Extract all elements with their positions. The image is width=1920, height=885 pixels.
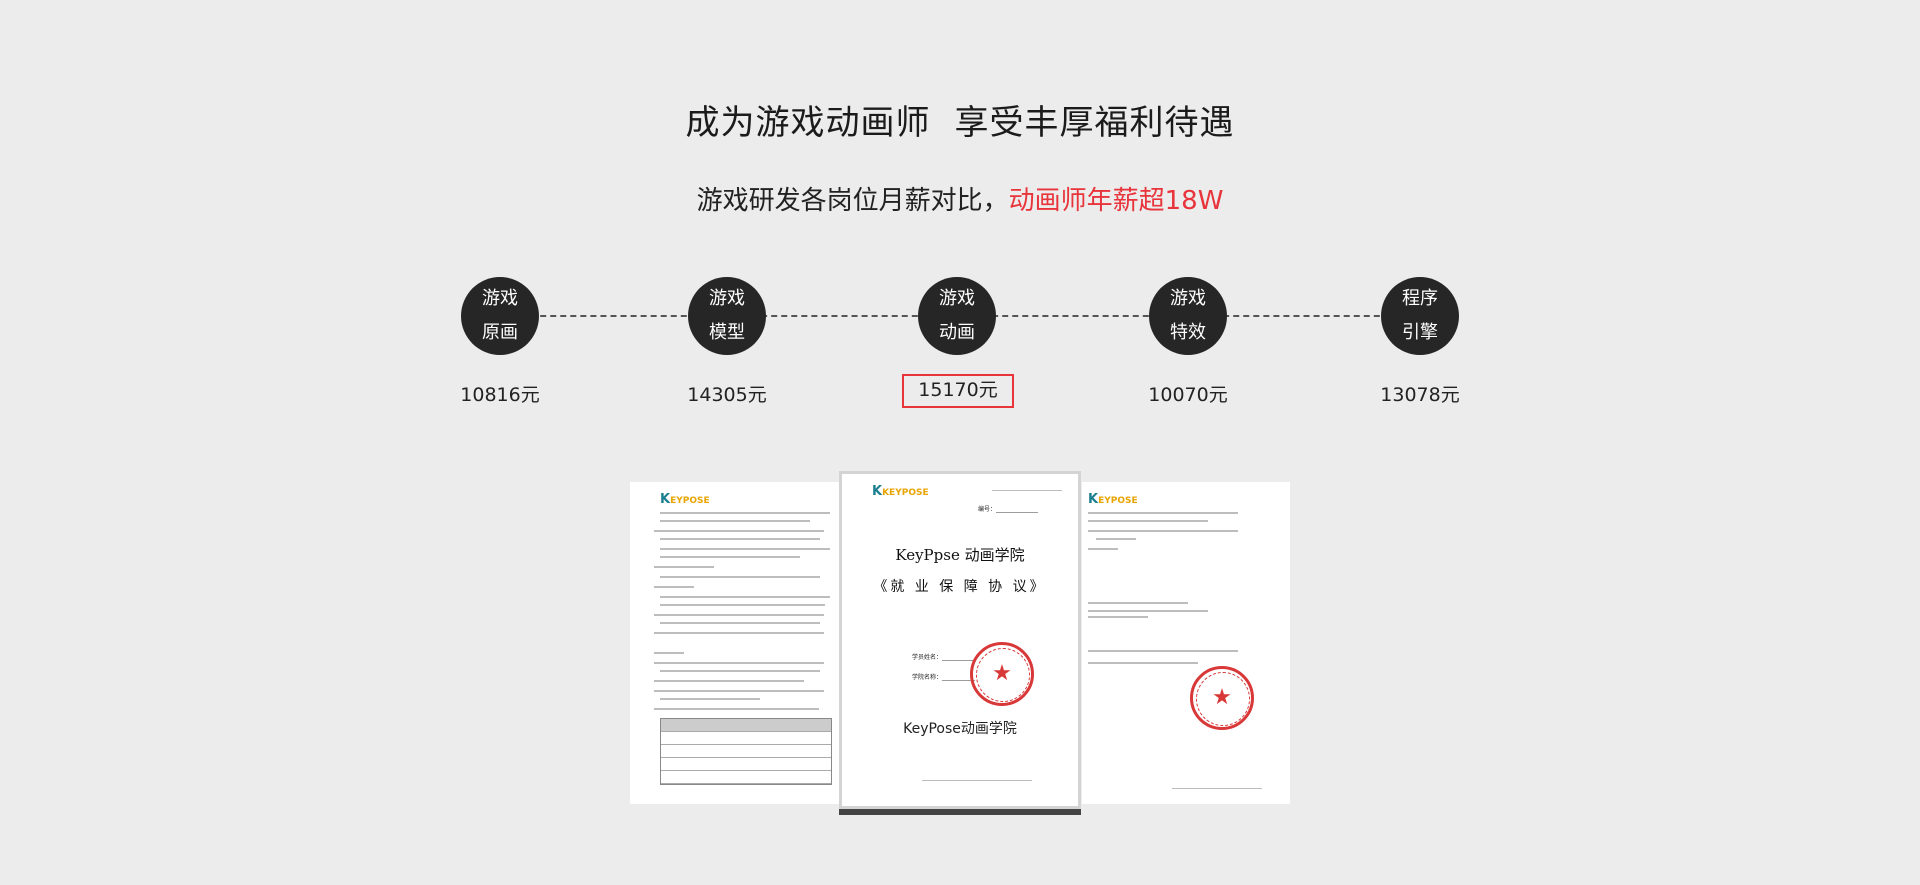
school-name-field: 学院名称：___________ — [912, 674, 976, 681]
salary-animation-highlighted: 15170元 — [902, 374, 1014, 408]
salary-engine: 13078元 — [1380, 384, 1460, 406]
role-node-effects: 游戏 特效 — [1149, 277, 1227, 355]
role-line2: 引擎 — [1402, 322, 1438, 343]
red-seal-stamp — [970, 642, 1034, 706]
salary-table — [660, 718, 832, 785]
role-line1: 游戏 — [709, 288, 745, 309]
title-part1: 成为游戏动画师 — [685, 103, 931, 143]
contract-documents: KEYPOSE KKEYPOSE 编号：______________ KeyPp… — [630, 474, 1290, 810]
role-node-engine: 程序 引擎 — [1381, 277, 1459, 355]
role-node-concept-art: 游戏 原画 — [461, 277, 539, 355]
keypose-logo: KKEYPOSE — [872, 484, 929, 499]
role-node-animation: 游戏 动画 — [918, 277, 996, 355]
subtitle-highlight: 动画师年薪超18W — [1008, 186, 1224, 216]
contract-page-left: KEYPOSE — [630, 482, 840, 804]
keypose-logo: KEYPOSE — [660, 492, 710, 507]
document-subtitle: 《就 业 保 障 协 议》 — [873, 579, 1047, 595]
salary-concept-art: 10816元 — [460, 384, 540, 406]
role-line1: 游戏 — [482, 288, 518, 309]
role-node-model: 游戏 模型 — [688, 277, 766, 355]
role-line1: 游戏 — [939, 288, 975, 309]
subtitle: 游戏研发各岗位月薪对比，动画师年薪超18W — [0, 180, 1920, 217]
keypose-logo: KEYPOSE — [1088, 492, 1138, 507]
document-footer-school: KeyPose动画学院 — [903, 721, 1017, 737]
contract-page-signature: KEYPOSE — [1082, 482, 1290, 804]
salary-effects: 10070元 — [1148, 384, 1228, 406]
title-part2: 享受丰厚福利待遇 — [954, 103, 1235, 143]
contract-page-cover: KKEYPOSE 编号：______________ KeyPpse 动画学院 … — [842, 474, 1078, 806]
role-line1: 游戏 — [1170, 288, 1206, 309]
document-title: KeyPpse 动画学院 — [895, 546, 1025, 564]
student-name-field: 学员姓名：___________ — [912, 654, 976, 661]
role-line1: 程序 — [1402, 288, 1438, 309]
role-line2: 特效 — [1170, 322, 1206, 343]
contract-number-label: 编号：______________ — [977, 506, 1038, 513]
salary-timeline: 游戏 原画 游戏 模型 游戏 动画 游戏 特效 程序 引擎 — [0, 277, 1920, 357]
role-line2: 模型 — [709, 322, 745, 343]
salary-model: 14305元 — [687, 384, 767, 406]
role-line2: 动画 — [939, 322, 975, 343]
red-seal-stamp — [1190, 666, 1254, 730]
role-line2: 原画 — [482, 322, 518, 343]
page-title: 成为游戏动画师 享受丰厚福利待遇 — [0, 95, 1920, 144]
subtitle-plain: 游戏研发各岗位月薪对比， — [696, 186, 1009, 216]
